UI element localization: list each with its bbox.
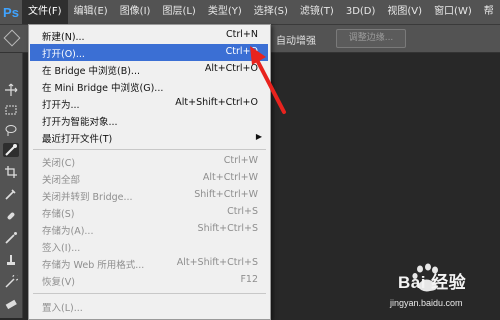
menu-item-save-as[interactable]: 存储为(A)... Shift+Ctrl+S	[30, 221, 268, 238]
menu-view[interactable]: 视图(V)	[381, 0, 428, 24]
quick-selection-tool-icon[interactable]	[3, 143, 19, 157]
menu-item-open-as-smart-object[interactable]: 打开为智能对象...	[30, 112, 268, 129]
menu-item-place[interactable]: 置入(L)...	[30, 298, 268, 315]
menu-item-close[interactable]: 关闭(C) Ctrl+W	[30, 153, 268, 170]
menu-edit[interactable]: 编辑(E)	[68, 0, 114, 24]
annotation-arrow-icon	[250, 46, 286, 114]
menu-item-shortcut: Alt+Shift+Ctrl+S	[176, 257, 258, 268]
menu-item-open[interactable]: 打开(O)... Ctrl+O	[30, 44, 268, 61]
menu-help[interactable]: 帮	[478, 0, 500, 24]
file-menu-dropdown: 新建(N)... Ctrl+N 打开(O)... Ctrl+O 在 Bridge…	[28, 24, 271, 320]
menu-item-label: 签入(I)...	[42, 243, 81, 254]
lasso-tool-icon[interactable]	[3, 123, 19, 137]
menu-3d[interactable]: 3D(D)	[340, 0, 382, 24]
menu-item-label: 存储为(A)...	[42, 226, 94, 237]
menu-window[interactable]: 窗口(W)	[428, 0, 478, 24]
menu-item-label: 最近打开文件(T)	[42, 134, 113, 145]
menu-item-label: 打开为...	[42, 100, 80, 111]
menu-layer[interactable]: 图层(L)	[156, 0, 201, 24]
photoshop-logo: Ps	[3, 4, 19, 20]
menu-item-label: 置入(L)...	[42, 303, 83, 314]
menu-item-shortcut: Ctrl+S	[227, 206, 258, 217]
menu-item-open-recent[interactable]: 最近打开文件(T) ▶	[30, 129, 268, 146]
move-tool-icon[interactable]	[3, 83, 19, 97]
menu-item-shortcut: Shift+Ctrl+W	[194, 189, 258, 200]
menu-separator	[33, 293, 266, 294]
refine-edge-button[interactable]: 调整边缘...	[336, 29, 406, 48]
menu-item-label: 在 Mini Bridge 中浏览(G)...	[42, 83, 164, 94]
menu-item-open-as[interactable]: 打开为... Alt+Shift+Ctrl+O	[30, 95, 268, 112]
watermark-text: Bai 经验	[398, 273, 467, 292]
menu-item-label: 存储(S)	[42, 209, 75, 220]
submenu-arrow-icon: ▶	[255, 132, 262, 141]
crop-tool-icon[interactable]	[3, 165, 19, 179]
menu-item-label: 新建(N)...	[42, 32, 85, 43]
menu-bar: Ps 文件(F) 编辑(E) 图像(I) 图层(L) 类型(Y) 选择(S) 滤…	[0, 0, 500, 25]
brush-tool-icon[interactable]	[3, 231, 19, 245]
eyedropper-tool-icon[interactable]	[3, 187, 19, 201]
menu-item-shortcut: Ctrl+N	[226, 29, 258, 40]
menu-item-label: 存储为 Web 所用格式...	[42, 260, 145, 271]
menu-item-shortcut: F12	[240, 274, 258, 285]
menu-item-label: 关闭全部	[42, 175, 81, 186]
menu-item-close-all[interactable]: 关闭全部 Alt+Ctrl+W	[30, 170, 268, 187]
healing-brush-tool-icon[interactable]	[3, 209, 19, 223]
menu-item-label: 打开为智能对象...	[42, 117, 118, 128]
menu-item-save[interactable]: 存储(S) Ctrl+S	[30, 204, 268, 221]
menu-item-browse-in-bridge[interactable]: 在 Bridge 中浏览(B)... Alt+Ctrl+O	[30, 61, 268, 78]
menu-item-browse-in-mini-bridge[interactable]: 在 Mini Bridge 中浏览(G)...	[30, 78, 268, 95]
menu-type[interactable]: 类型(Y)	[202, 0, 248, 24]
menu-item-label: 恢复(V)	[42, 277, 75, 288]
menu-item-label: 关闭并转到 Bridge...	[42, 192, 133, 203]
brush-preset-icon[interactable]	[3, 29, 21, 47]
menu-select[interactable]: 选择(S)	[248, 0, 294, 24]
menu-item-shortcut: Ctrl+W	[223, 155, 258, 166]
menu-item-shortcut: Shift+Ctrl+S	[197, 223, 258, 234]
menu-file[interactable]: 文件(F)	[22, 0, 68, 24]
tools-panel	[0, 53, 23, 318]
history-brush-tool-icon[interactable]	[3, 275, 19, 289]
menu-filter[interactable]: 滤镜(T)	[294, 0, 340, 24]
menu-image[interactable]: 图像(I)	[114, 0, 157, 24]
menu-item-save-for-web[interactable]: 存储为 Web 所用格式... Alt+Shift+Ctrl+S	[30, 255, 268, 272]
menu-item-label: 打开(O)...	[42, 49, 85, 60]
menu-item-close-and-go-to-bridge[interactable]: 关闭并转到 Bridge... Shift+Ctrl+W	[30, 187, 268, 204]
menu-item-check-in[interactable]: 签入(I)...	[30, 238, 268, 255]
marquee-tool-icon[interactable]	[3, 103, 19, 117]
clone-stamp-tool-icon[interactable]	[3, 253, 19, 267]
menu-item-new[interactable]: 新建(N)... Ctrl+N	[30, 27, 268, 44]
eraser-tool-icon[interactable]	[3, 297, 19, 311]
menu-item-label: 在 Bridge 中浏览(B)...	[42, 66, 140, 77]
menu-separator	[33, 149, 266, 150]
watermark-url: jingyan.baidu.com	[390, 298, 463, 308]
menu-item-label: 关闭(C)	[42, 158, 76, 169]
menu-item-revert[interactable]: 恢复(V) F12	[30, 272, 268, 289]
menu-item-shortcut: Alt+Ctrl+W	[202, 172, 258, 183]
